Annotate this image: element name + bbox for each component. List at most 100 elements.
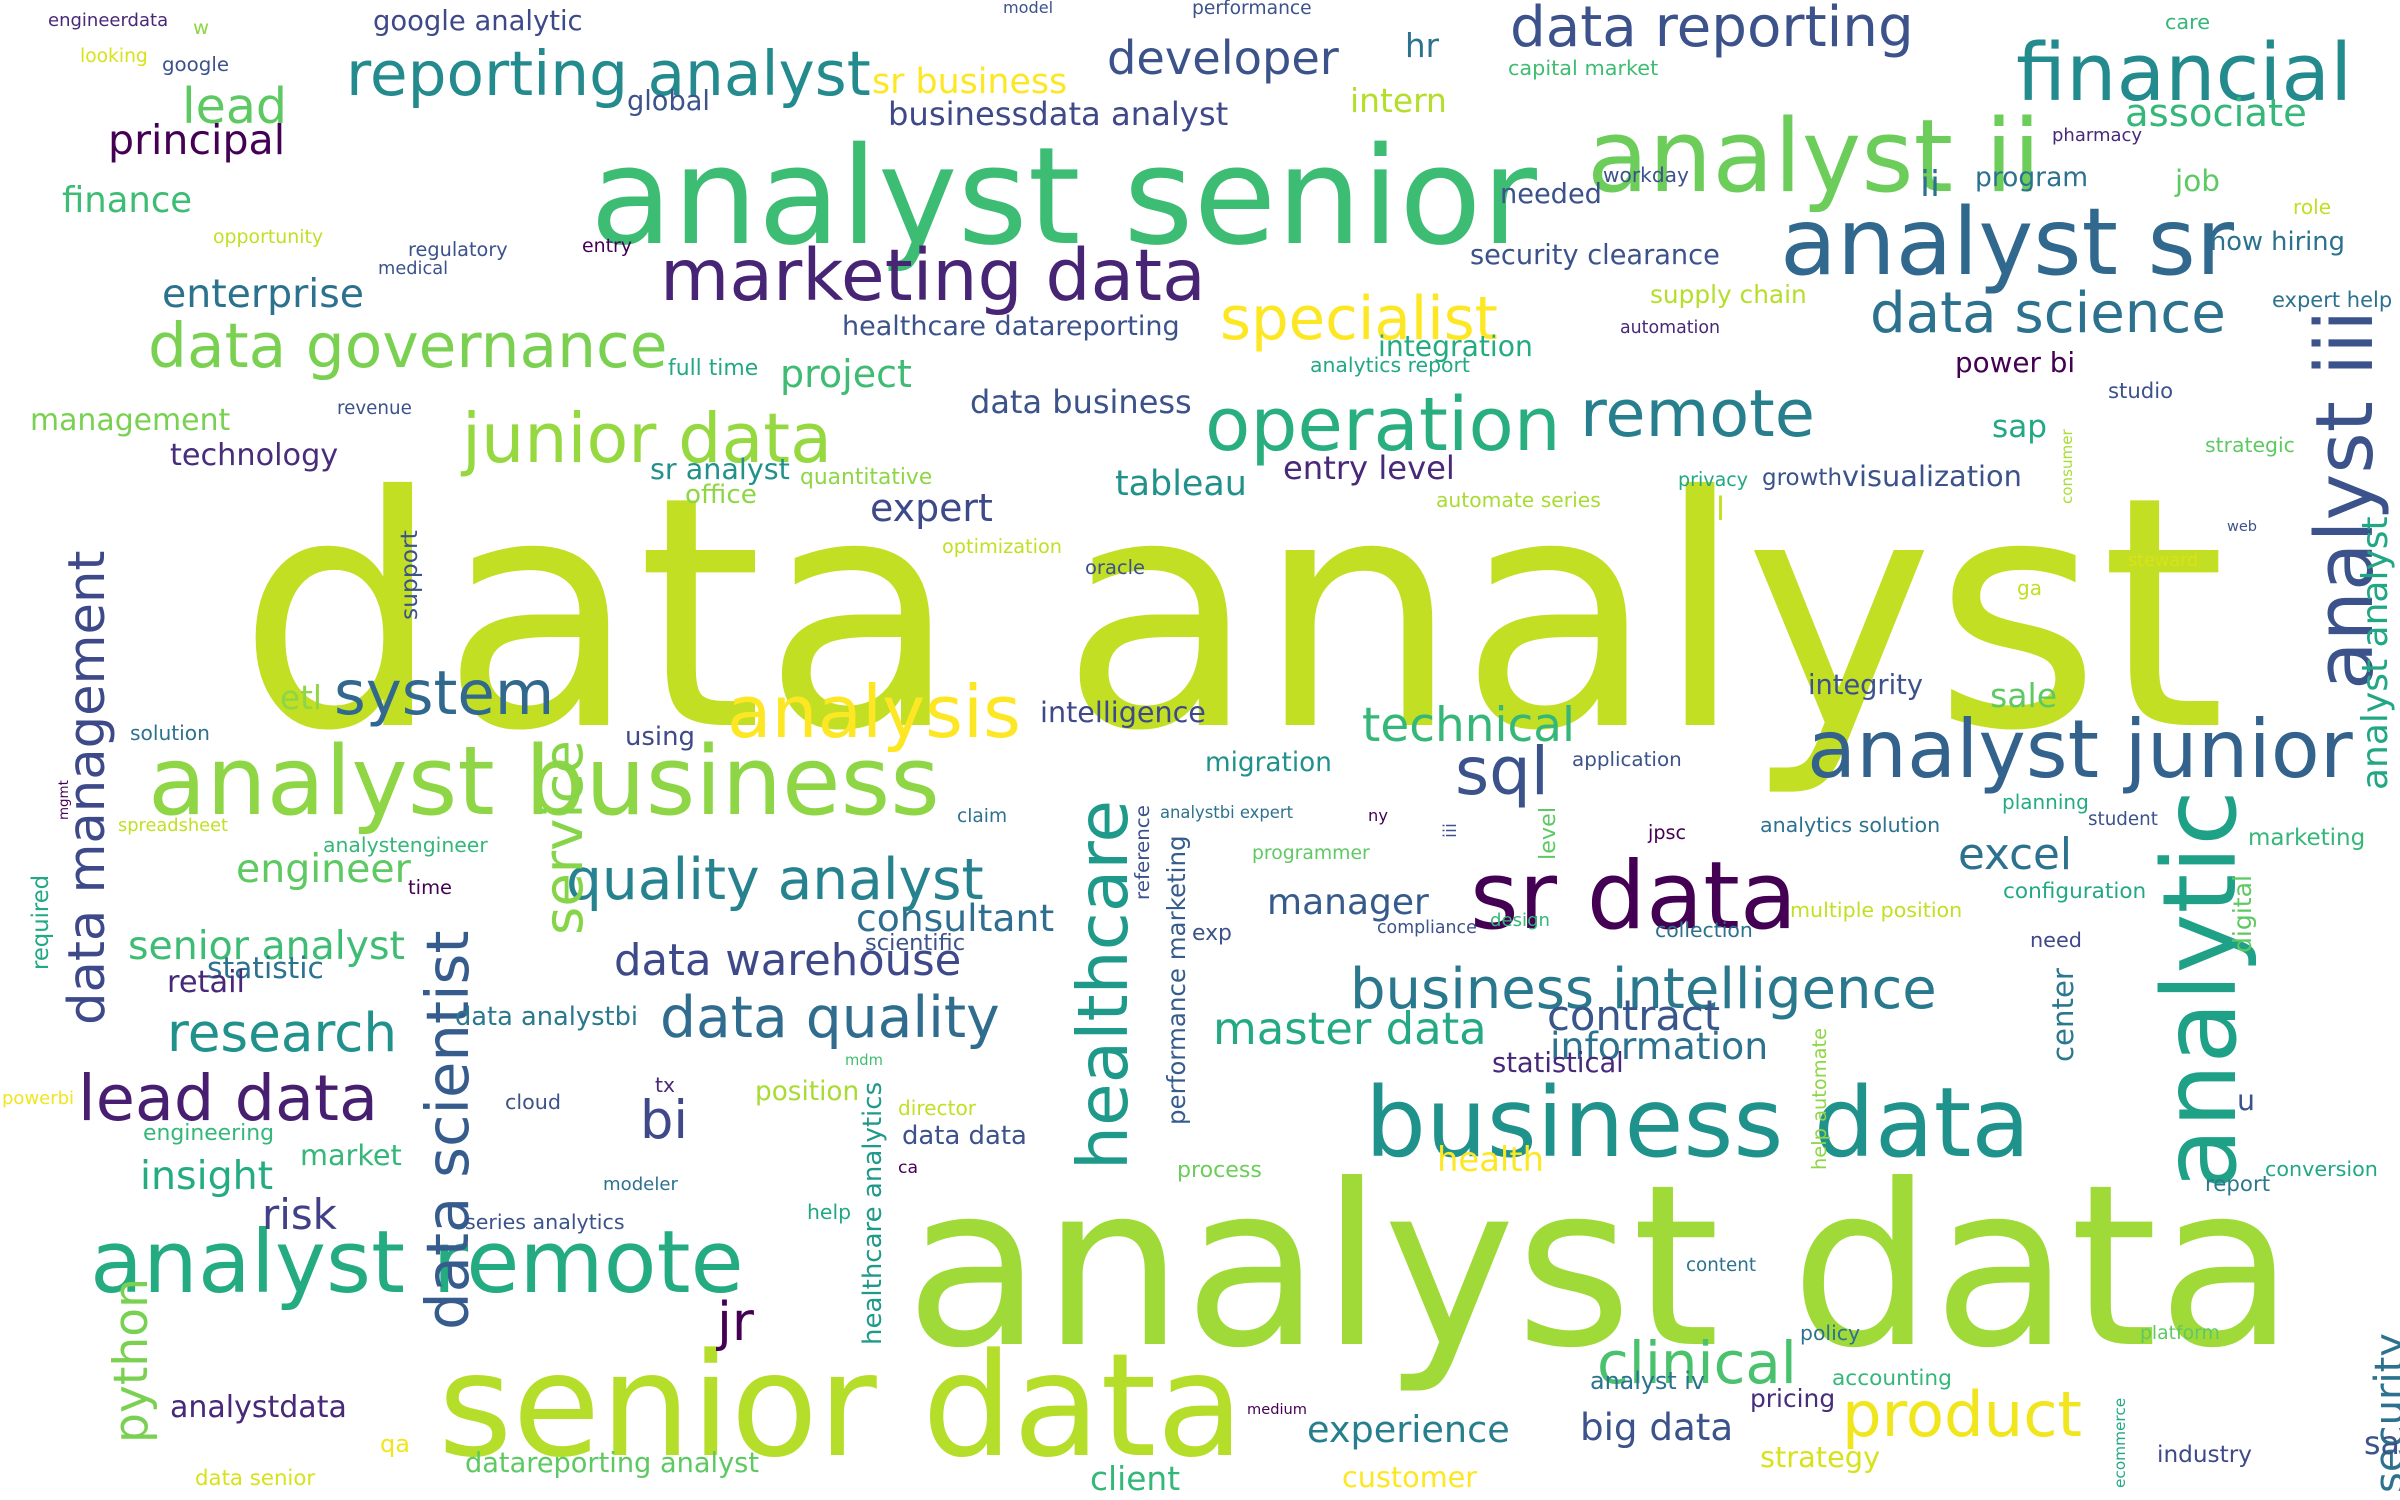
cloud-word-82: job (2175, 164, 2220, 198)
cloud-word-127: pharmacy (2052, 125, 2143, 146)
cloud-word-126: expert help (2272, 288, 2393, 312)
cloud-word-137: report (2205, 1172, 2271, 1197)
cloud-word-39: developer (1107, 31, 1339, 85)
cloud-word-139: application (1572, 748, 1682, 771)
cloud-word-66: customer (1342, 1460, 1478, 1494)
cloud-word-142: collection (1655, 918, 1753, 942)
cloud-word-34: research (167, 1002, 398, 1064)
cloud-word-71: risk (262, 1190, 337, 1239)
cloud-word-9: marketing data (660, 234, 1206, 317)
cloud-word-122: pricing (1750, 1384, 1836, 1413)
cloud-word-174: web (2227, 519, 2257, 535)
cloud-word-57: tableau (1115, 464, 1247, 504)
cloud-word-35: master data (1213, 1002, 1487, 1055)
cloud-word-108: mdm (845, 1052, 883, 1069)
cloud-word-72: market (300, 1138, 402, 1172)
cloud-word-189: series analytics (465, 1210, 625, 1234)
cloud-word-119: configuration (2003, 879, 2147, 904)
cloud-word-200: powerbi (2, 1088, 75, 1109)
cloud-word-80: sap (1992, 409, 2047, 445)
cloud-word-136: retail (167, 965, 245, 1000)
cloud-word-76: principal (108, 116, 286, 164)
cloud-word-117: marketing (2248, 825, 2366, 851)
cloud-word-67: health (1437, 1140, 1544, 1179)
cloud-word-133: analystengineer (323, 833, 488, 857)
cloud-word-64: jr (717, 1290, 754, 1353)
cloud-word-43: manager (1267, 882, 1429, 923)
cloud-word-27: data quality (660, 985, 1000, 1051)
cloud-word-31: reporting analyst (346, 39, 871, 110)
cloud-word-51: data business (970, 383, 1192, 421)
cloud-word-165: google (162, 53, 229, 76)
cloud-word-180: level (1535, 806, 1561, 860)
cloud-word-160: regulatory (408, 238, 508, 261)
cloud-word-195: ecommerce (2111, 1397, 2129, 1488)
cloud-word-58: analyst analyst (2355, 516, 2396, 790)
cloud-word-168: w (193, 16, 210, 39)
cloud-word-178: claim (957, 806, 1008, 827)
cloud-word-116: planning (2002, 790, 2089, 814)
cloud-word-95: migration (1205, 748, 1332, 778)
cloud-word-118: need (2030, 928, 2082, 952)
cloud-word-101: datareporting analyst (465, 1448, 759, 1479)
cloud-word-106: data analystbi (455, 1002, 639, 1032)
cloud-word-181: design (1490, 910, 1551, 931)
cloud-word-154: privacy (1678, 468, 1749, 491)
cloud-word-171: care (2165, 10, 2211, 34)
cloud-word-90: supply chain (1650, 280, 1807, 309)
cloud-word-153: strategic (2205, 433, 2295, 457)
cloud-word-10: data governance (148, 311, 668, 382)
cloud-word-163: opportunity (213, 226, 324, 248)
cloud-word-184: reference (1131, 805, 1154, 900)
cloud-word-19: analytic (2141, 790, 2259, 1190)
cloud-word-197: spreadsheet (118, 815, 228, 836)
cloud-word-156: automate series (1436, 488, 1601, 512)
cloud-word-143: scientific (865, 930, 966, 956)
cloud-word-129: u (2237, 1084, 2255, 1117)
cloud-word-164: revenue (337, 398, 412, 419)
cloud-word-83: program (1975, 162, 2089, 193)
cloud-word-112: etl (280, 679, 323, 717)
cloud-word-183: ny (1368, 806, 1388, 825)
cloud-word-48: python (104, 1277, 159, 1443)
cloud-word-134: solution (130, 721, 210, 745)
cloud-word-135: time (408, 876, 453, 899)
cloud-word-124: process (1177, 1157, 1262, 1183)
cloud-word-169: model (1003, 0, 1054, 17)
cloud-word-187: ca (898, 1158, 918, 1178)
cloud-word-109: position (755, 1077, 860, 1107)
cloud-word-192: content (1686, 1255, 1756, 1276)
cloud-word-182: jpsc (1648, 821, 1687, 844)
cloud-word-196: data senior (195, 1466, 316, 1491)
cloud-word-40: service (532, 740, 595, 935)
cloud-word-63: bi (640, 1090, 688, 1151)
cloud-word-98: healthcare analytics (858, 1081, 888, 1345)
cloud-word-23: analysis (727, 671, 1021, 755)
cloud-word-150: workday (1603, 163, 1689, 187)
cloud-word-15: remote (1580, 376, 1815, 452)
cloud-word-114: engineering (143, 1121, 274, 1146)
cloud-word-107: statistical (1492, 1048, 1624, 1079)
cloud-word-111: office (685, 480, 757, 510)
cloud-word-179: iii (1440, 822, 1461, 838)
cloud-word-87: analyst iv (1590, 1367, 1705, 1395)
cloud-word-65: entry level (1283, 449, 1455, 487)
cloud-word-188: modeler (603, 1174, 678, 1195)
cloud-word-78: intern (1350, 81, 1447, 120)
cloud-word-89: now hiring (2210, 227, 2345, 257)
cloud-word-152: studio (2108, 378, 2174, 403)
cloud-word-91: security clearance (1470, 240, 1720, 271)
cloud-word-194: platform (2140, 1323, 2220, 1344)
cloud-word-120: using (625, 722, 695, 752)
cloud-word-177: il (1707, 490, 1725, 528)
cloud-word-61: management (30, 403, 231, 438)
cloud-word-102: google analytic (373, 6, 583, 37)
cloud-word-74: center (2046, 968, 2080, 1062)
cloud-word-84: strategy (1760, 1440, 1881, 1474)
cloud-word-173: role (2293, 195, 2332, 219)
cloud-word-113: qa (380, 1430, 410, 1458)
cloud-word-50: security (2367, 1332, 2400, 1493)
cloud-word-141: oracle (1085, 556, 1146, 579)
cloud-word-49: analystdata (170, 1390, 347, 1425)
cloud-word-161: medical (378, 258, 449, 279)
